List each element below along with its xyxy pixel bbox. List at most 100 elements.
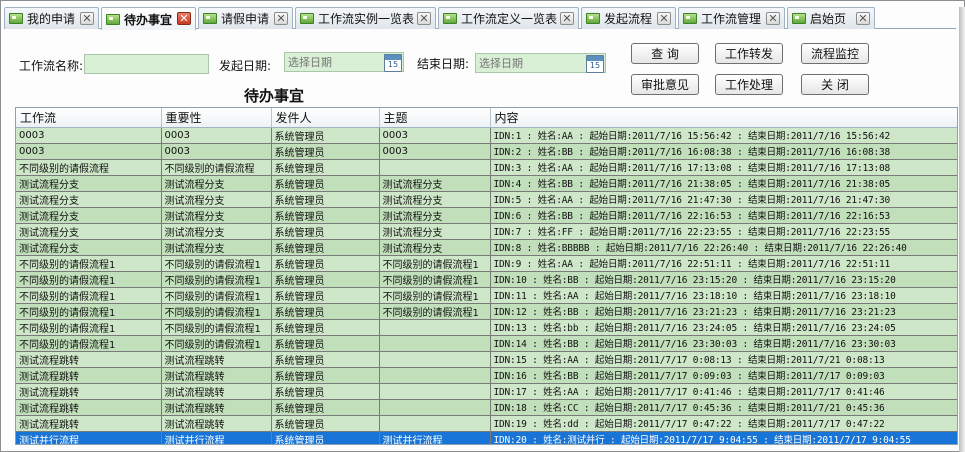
table-row[interactable]: 不同级别的请假流程1 不同级别的请假流程1 系统管理员 IDN:14 : 姓名:BB … xyxy=(16,335,957,352)
cell-importance: 测试流程分支 xyxy=(161,239,272,256)
column-header-subject[interactable]: 主题 xyxy=(379,108,491,128)
close-icon[interactable]: ✕ xyxy=(177,12,191,25)
cell-sender: 系统管理员 xyxy=(271,271,380,288)
close-icon[interactable]: ✕ xyxy=(766,12,780,25)
cell-importance: 不同级别的请假流程1 xyxy=(161,255,272,272)
cell-subject xyxy=(379,415,491,432)
cell-workflow: 不同级别的请假流程1 xyxy=(16,255,162,272)
cell-sender: 系统管理员 xyxy=(271,303,380,320)
table-row[interactable]: 不同级别的请假流程1 不同级别的请假流程1 系统管理员 不同级别的请假流程1 IDN:1… xyxy=(16,303,957,320)
calendar-icon[interactable]: 15 xyxy=(586,55,604,73)
forward-button[interactable]: 工作转发 xyxy=(715,43,783,64)
start-date-field: 15 xyxy=(284,52,404,72)
table-row[interactable]: 测试流程跳转 测试流程跳转 系统管理员 IDN:19 : 姓名:dd : 起始日期:2… xyxy=(16,415,957,432)
cell-subject: 测试流程分支 xyxy=(379,239,491,256)
table-row[interactable]: 测试流程分支 测试流程分支 系统管理员 测试流程分支 IDN:6 : 姓名:BB : 起… xyxy=(16,207,957,224)
cell-workflow: 0003 xyxy=(16,127,162,144)
table-row[interactable]: 不同级别的请假流程1 不同级别的请假流程1 系统管理员 IDN:13 : 姓名:bb … xyxy=(16,319,957,336)
cell-subject: 不同级别的请假流程1 xyxy=(379,255,491,272)
column-header-workflow[interactable]: 工作流 xyxy=(16,108,162,128)
cell-subject xyxy=(379,159,491,176)
cell-sender: 系统管理员 xyxy=(271,223,380,240)
handle-work-button[interactable]: 工作处理 xyxy=(715,74,783,95)
tab-label: 待办事宜 xyxy=(124,12,173,27)
cell-importance: 0003 xyxy=(161,127,272,144)
cell-content: IDN:6 : 姓名:BB : 起始日期:2011/7/16 22:16:53 … xyxy=(490,207,957,224)
tab-leave-request[interactable]: 请假申请 ✕ xyxy=(198,7,293,29)
close-icon[interactable]: ✕ xyxy=(657,12,671,25)
close-button[interactable]: 关 闭 xyxy=(801,74,869,95)
cell-subject: 测试流程分支 xyxy=(379,191,491,208)
cell-sender: 系统管理员 xyxy=(271,255,380,272)
tab-workflow-instances[interactable]: 工作流实例一览表 ✕ xyxy=(295,7,436,29)
column-header-importance[interactable]: 重要性 xyxy=(161,108,272,128)
cell-content: IDN:7 : 姓名:FF : 起始日期:2011/7/16 22:23:55 … xyxy=(490,223,957,240)
cell-workflow: 测试流程跳转 xyxy=(16,351,162,368)
cell-subject: 测试并行流程 xyxy=(379,431,491,444)
table-row[interactable]: 测试流程分支 测试流程分支 系统管理员 测试流程分支 IDN:5 : 姓名:AA : 起… xyxy=(16,191,957,208)
tab-workflow-management[interactable]: 工作流管理 ✕ xyxy=(678,7,785,29)
cell-content: IDN:5 : 姓名:AA : 起始日期:2011/7/16 21:47:30 … xyxy=(490,191,957,208)
table-row[interactable]: 0003 0003 系统管理员 0003 IDN:2 : 姓名:BB : 起始日期:20… xyxy=(16,143,957,160)
table-row[interactable]: 不同级别的请假流程 不同级别的请假流程 系统管理员 IDN:3 : 姓名:AA : 起… xyxy=(16,159,957,176)
tab-start-process[interactable]: 发起流程 ✕ xyxy=(581,7,676,29)
table-row[interactable]: 不同级别的请假流程1 不同级别的请假流程1 系统管理员 不同级别的请假流程1 IDN:9… xyxy=(16,255,957,272)
cell-subject xyxy=(379,367,491,384)
tab-my-applications[interactable]: 我的申请 ✕ xyxy=(4,7,99,29)
cell-workflow: 测试流程跳转 xyxy=(16,367,162,384)
tab-workflow-definitions[interactable]: 工作流定义一览表 ✕ xyxy=(438,7,579,29)
end-date-input[interactable] xyxy=(476,54,583,72)
tab-start-page[interactable]: 启始页 ✕ xyxy=(787,7,875,29)
query-button[interactable]: 查 询 xyxy=(631,43,699,64)
table-row[interactable]: 测试流程分支 测试流程分支 系统管理员 测试流程分支 IDN:7 : 姓名:FF : 起… xyxy=(16,223,957,240)
cell-content: IDN:15 : 姓名:AA : 起始日期:2011/7/17 0:08:13 … xyxy=(490,351,957,368)
workflow-name-input[interactable] xyxy=(85,55,208,73)
cell-sender: 系统管理员 xyxy=(271,367,380,384)
cell-content: IDN:3 : 姓名:AA : 起始日期:2011/7/16 17:13:08 … xyxy=(490,159,957,176)
cell-subject: 0003 xyxy=(379,127,491,144)
table-row[interactable]: 测试流程跳转 测试流程跳转 系统管理员 IDN:18 : 姓名:CC : 起始日期:2… xyxy=(16,399,957,416)
tab-page-icon xyxy=(683,13,697,24)
calendar-icon[interactable]: 15 xyxy=(384,54,402,72)
cell-importance: 测试流程分支 xyxy=(161,207,272,224)
table-row[interactable]: 不同级别的请假流程1 不同级别的请假流程1 系统管理员 不同级别的请假流程1 IDN:1… xyxy=(16,287,957,304)
close-icon[interactable]: ✕ xyxy=(80,12,94,25)
table-row[interactable]: 测试流程分支 测试流程分支 系统管理员 测试流程分支 IDN:4 : 姓名:BB : 起… xyxy=(16,175,957,192)
cell-sender: 系统管理员 xyxy=(271,383,380,400)
tab-label: 我的申请 xyxy=(27,12,76,26)
workflow-name-label: 工作流名称: xyxy=(19,59,84,73)
approval-opinion-button[interactable]: 审批意见 xyxy=(631,74,699,95)
cell-sender: 系统管理员 xyxy=(271,207,380,224)
end-date-label: 结束日期: xyxy=(417,57,470,71)
monitor-button[interactable]: 流程监控 xyxy=(801,43,869,64)
table-row[interactable]: 0003 0003 系统管理员 0003 IDN:1 : 姓名:AA : 起始日期:20… xyxy=(16,127,957,144)
table-row[interactable]: 测试流程跳转 测试流程跳转 系统管理员 IDN:15 : 姓名:AA : 起始日期:2… xyxy=(16,351,957,368)
start-date-input[interactable] xyxy=(285,53,381,71)
table-row[interactable]: 测试流程跳转 测试流程跳转 系统管理员 IDN:16 : 姓名:BB : 起始日期:2… xyxy=(16,367,957,384)
table-row[interactable]: 测试流程跳转 测试流程跳转 系统管理员 IDN:17 : 姓名:AA : 起始日期:2… xyxy=(16,383,957,400)
close-icon[interactable]: ✕ xyxy=(560,12,574,25)
cell-importance: 测试流程跳转 xyxy=(161,367,272,384)
table-row[interactable]: 测试并行流程 测试并行流程 系统管理员 测试并行流程 IDN:20 : 姓名:测试并行 … xyxy=(16,431,957,444)
cell-workflow: 测试流程跳转 xyxy=(16,415,162,432)
tab-page-icon xyxy=(106,13,120,25)
cell-content: IDN:4 : 姓名:BB : 起始日期:2011/7/16 21:38:05 … xyxy=(490,175,957,192)
table-row[interactable]: 不同级别的请假流程1 不同级别的请假流程1 系统管理员 不同级别的请假流程1 IDN:1… xyxy=(16,271,957,288)
cell-workflow: 不同级别的请假流程1 xyxy=(16,319,162,336)
tab-label: 启始页 xyxy=(810,12,847,26)
close-icon[interactable]: ✕ xyxy=(856,12,870,25)
start-date-label: 发起日期: xyxy=(219,59,272,73)
cell-content: IDN:9 : 姓名:AA : 起始日期:2011/7/16 22:51:11 … xyxy=(490,255,957,272)
close-icon[interactable]: ✕ xyxy=(274,12,288,25)
cell-importance: 测试流程跳转 xyxy=(161,415,272,432)
table-row[interactable]: 测试流程分支 测试流程分支 系统管理员 测试流程分支 IDN:8 : 姓名:BBBBB … xyxy=(16,239,957,256)
cell-importance: 0003 xyxy=(161,143,272,160)
cell-sender: 系统管理员 xyxy=(271,351,380,368)
cell-importance: 测试流程跳转 xyxy=(161,383,272,400)
close-icon[interactable]: ✕ xyxy=(417,12,431,25)
cell-workflow: 不同级别的请假流程1 xyxy=(16,335,162,352)
cell-importance: 不同级别的请假流程1 xyxy=(161,335,272,352)
column-header-content[interactable]: 内容 xyxy=(490,108,957,128)
column-header-sender[interactable]: 发件人 xyxy=(271,108,380,128)
tab-todo[interactable]: 待办事宜 ✕ xyxy=(101,7,196,30)
